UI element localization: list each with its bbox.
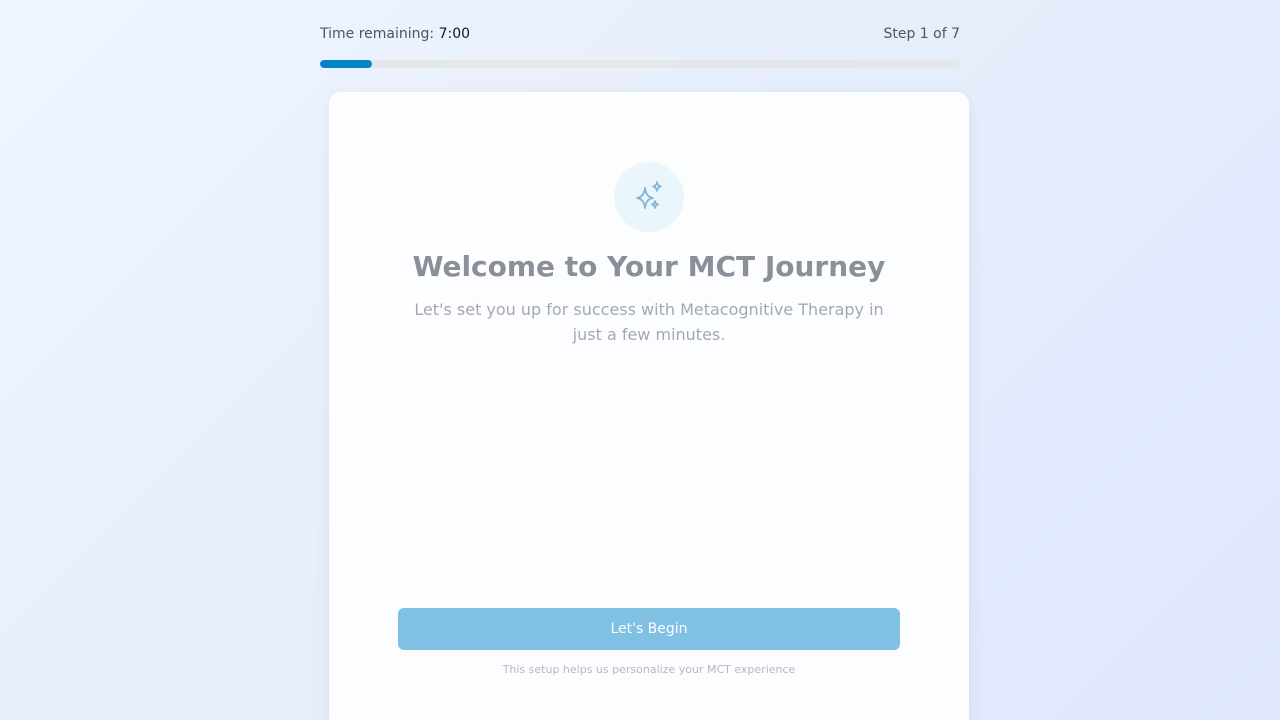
step-indicator: Step 1 of 7	[883, 26, 960, 42]
lets-begin-button[interactable]: Let's Begin	[398, 608, 900, 650]
setup-footnote: This setup helps us personalize your MCT…	[502, 663, 796, 676]
time-remaining: Time remaining: 7:00	[320, 26, 470, 42]
top-bar: Time remaining: 7:00 Step 1 of 7	[320, 24, 960, 44]
time-remaining-value: 7:00	[438, 26, 471, 42]
welcome-card: Welcome to Your MCT Journey Let's set yo…	[329, 92, 969, 720]
page-title: Welcome to Your MCT Journey	[412, 250, 886, 283]
progress-bar-fill	[320, 60, 373, 68]
time-remaining-label: Time remaining:	[320, 26, 435, 42]
sparkles-icon	[636, 181, 662, 209]
sparkles-icon-badge	[614, 162, 684, 232]
page-subtitle: Let's set you up for success with Metaco…	[414, 300, 884, 344]
progress-bar	[320, 60, 960, 68]
